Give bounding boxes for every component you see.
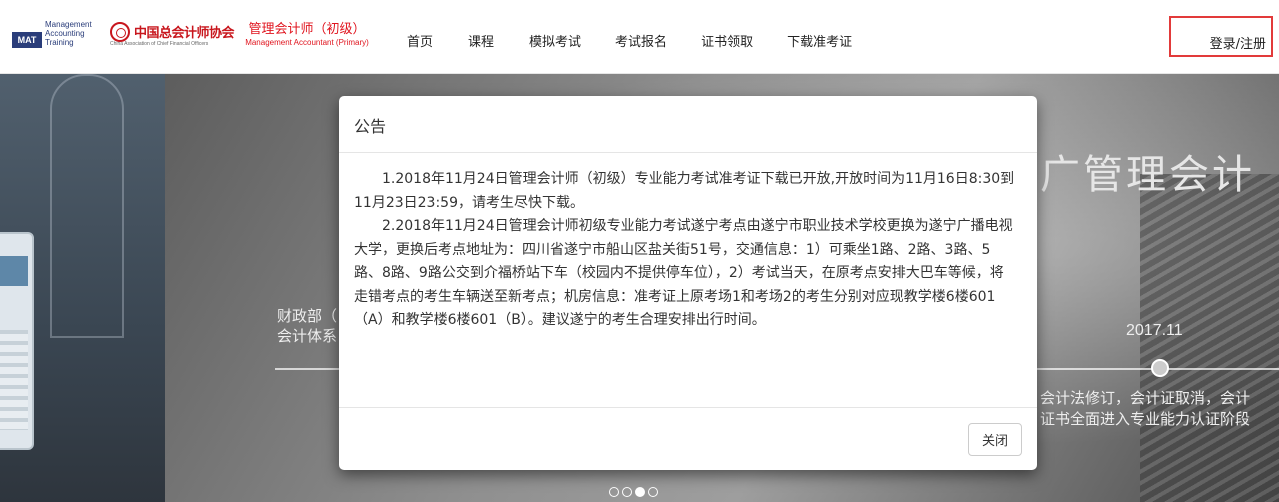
modal-body: 1.2018年11月24日管理会计师（初级）专业能力考试准考证下载已开放,开放时… <box>339 153 1037 407</box>
carousel-dot-active[interactable] <box>635 487 645 497</box>
carousel-dot[interactable] <box>622 487 632 497</box>
main-nav: 首页 课程 模拟考试 考试报名 证书领取 下载准考证 <box>407 31 852 50</box>
nav-item-mock-exam[interactable]: 模拟考试 <box>529 31 581 50</box>
close-button[interactable]: 关闭 <box>968 423 1022 456</box>
login-register-link[interactable]: 登录/注册 <box>1210 33 1266 52</box>
cacfo-logo-cn: 中国总会计师协会 <box>134 26 235 41</box>
brand-title[interactable]: 管理会计师（初级） Management Accountant (Primary… <box>240 22 374 48</box>
timeline-event-left: 财政部（ 会计体系 <box>277 306 337 346</box>
mat-logo-line: Management <box>45 20 92 29</box>
nav-item-exam-registration[interactable]: 考试报名 <box>615 31 667 50</box>
mat-logo-mark: MAT <box>12 32 42 48</box>
announcement-modal: 公告 1.2018年11月24日管理会计师（初级）专业能力考试准考证下载已开放,… <box>339 96 1037 470</box>
timeline-event-left-line: 会计体系 <box>277 327 338 345</box>
timeline-event-right: 会计法修订，会计证取消，会计 证书全面进入专业能力认证阶段 <box>1040 388 1250 430</box>
banner-left-image <box>0 74 165 502</box>
mat-logo[interactable]: MAT Management Accounting Training <box>12 20 94 50</box>
modal-footer: 关闭 <box>339 407 1037 470</box>
timeline-event-left-line: 财政部（ <box>277 307 338 325</box>
phone-mockup-image <box>0 232 34 450</box>
modal-header: 公告 <box>339 96 1037 153</box>
mat-logo-text: Management Accounting Training <box>45 20 92 47</box>
mat-logo-line: Accounting <box>45 29 85 38</box>
timeline-year: 2017.11 <box>1126 322 1183 339</box>
nav-item-home[interactable]: 首页 <box>407 31 433 50</box>
banner-title: 广管理会计 <box>1040 152 1255 198</box>
brand-title-en: Management Accountant (Primary) <box>245 38 369 47</box>
nav-item-courses[interactable]: 课程 <box>468 31 494 50</box>
carousel-indicators <box>609 487 661 497</box>
login-highlight: 登录/注册 <box>1169 16 1273 57</box>
carousel-dot[interactable] <box>648 487 658 497</box>
timeline-dot <box>1151 359 1169 377</box>
nav-item-certificate[interactable]: 证书领取 <box>701 31 753 50</box>
modal-title: 公告 <box>354 117 387 136</box>
nav-item-download-admission[interactable]: 下载准考证 <box>787 31 852 50</box>
cacfo-logo[interactable]: 中国总会计师协会 China Association of Chief Fina… <box>110 22 235 52</box>
timeline-event-right-line: 会计法修订，会计证取消，会计 <box>1040 389 1251 407</box>
announcement-paragraph: 2.2018年11月24日管理会计师初级专业能力考试遂宁考点由遂宁市职业技术学校… <box>354 218 1013 328</box>
announcement-paragraph: 1.2018年11月24日管理会计师（初级）专业能力考试准考证下载已开放,开放时… <box>354 171 1015 211</box>
cacfo-logo-en: China Association of Chief Financial Off… <box>110 41 209 47</box>
carousel-dot[interactable] <box>609 487 619 497</box>
brand-title-cn: 管理会计师（初级） <box>248 22 366 37</box>
timeline-event-right-line: 证书全面进入专业能力认证阶段 <box>1040 410 1251 428</box>
mat-logo-line: Training <box>45 38 74 47</box>
cacfo-seal-icon <box>110 22 130 42</box>
site-header: MAT Management Accounting Training 中国总会计… <box>0 0 1279 74</box>
